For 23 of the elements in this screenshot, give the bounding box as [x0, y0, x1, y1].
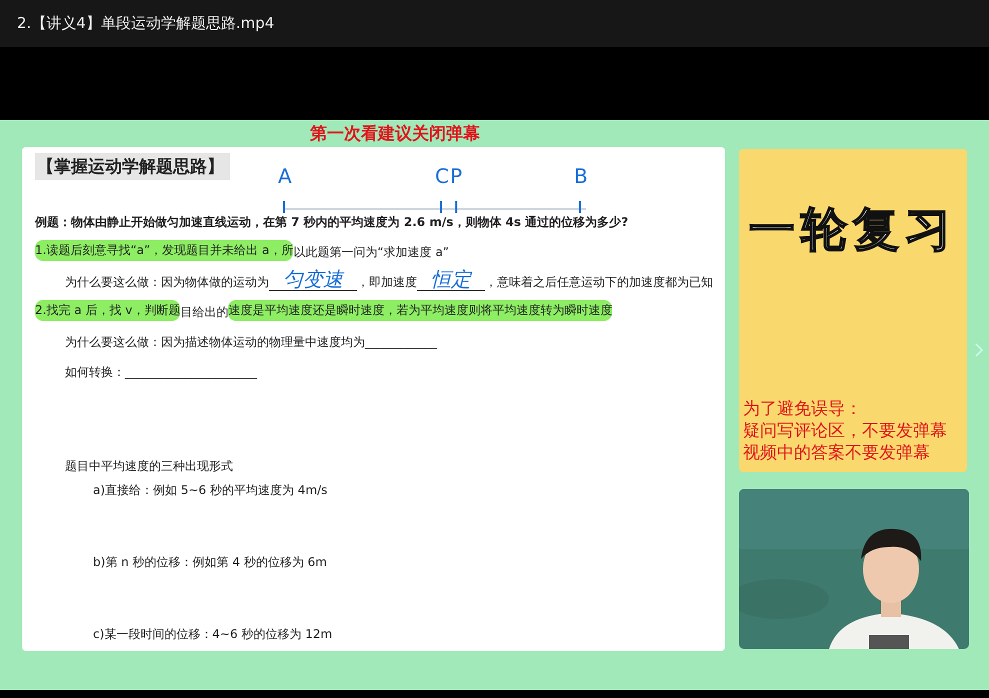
- document-heading: 【掌握运动学解题思路】: [35, 153, 230, 180]
- document-text: 为什么要这么做：因为描述物体运动的物理量中速度均为____________: [65, 334, 437, 351]
- notice-text: 为了避免误导：: [743, 398, 863, 420]
- document-text: 如何转换：______________________: [65, 364, 257, 381]
- document-text: a)直接给：例如 5~6 秒的平均速度为 4m/s: [93, 482, 328, 499]
- document-text: 为什么要这么做：因为物体做的运动为: [65, 274, 269, 291]
- video-title: 2.【讲义4】单段运动学解题思路.mp4: [17, 14, 274, 33]
- handwritten-answer: 匀变速: [269, 268, 357, 291]
- document-text: 1.读题后刻意寻找“a”，发现题目并未给出 a，所: [35, 240, 294, 261]
- banner-text: 第一次看建议关闭弹幕: [309, 123, 481, 146]
- document-text: 题目中平均速度的三种出现形式: [65, 458, 233, 475]
- card-title: 一轮复习: [748, 201, 958, 258]
- notice-text: 视频中的答案不要发弹幕: [743, 442, 931, 464]
- handwritten-answer: 恒定: [417, 268, 485, 291]
- document-text: ，即加速度: [357, 274, 417, 291]
- document-text: 以此题第一问为“求加速度 a”: [293, 244, 450, 261]
- document-text: 2.找完 a 后，找 v，判断题: [35, 300, 180, 321]
- document-text: b)第 n 秒的位移：例如第 4 秒的位移为 6m: [93, 554, 327, 571]
- document-text: ，意味着之后任意运动下的加速度都为已知: [485, 274, 713, 291]
- document-text: 速度是平均速度还是瞬时速度，若为平均速度则将平均速度转为瞬时速度: [228, 300, 612, 321]
- document-text: 目给出的: [180, 304, 228, 321]
- notice-text: 疑问写评论区，不要发弹幕: [743, 420, 948, 442]
- document-text: c)某一段时间的位移：4~6 秒的位移为 12m: [93, 626, 332, 643]
